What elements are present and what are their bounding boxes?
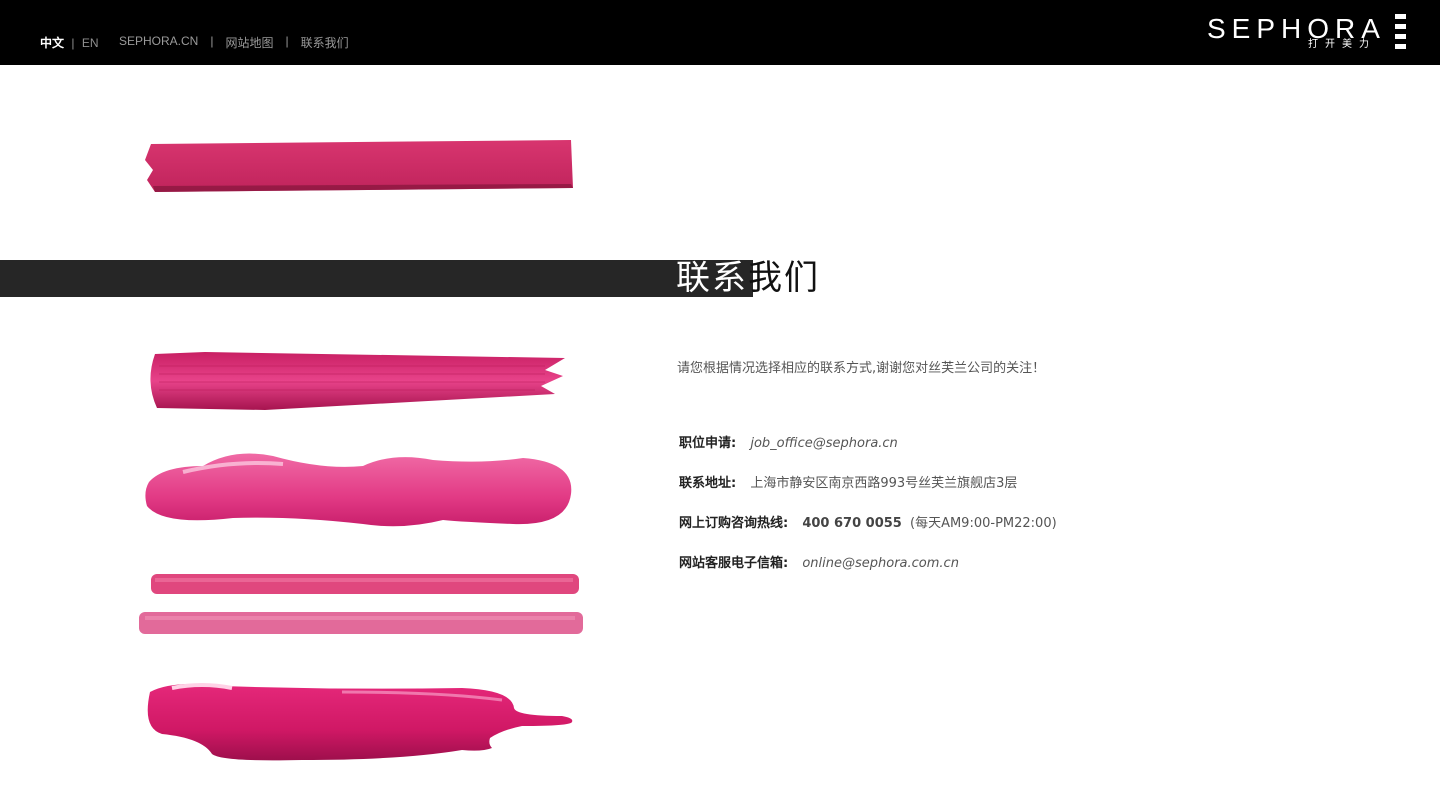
hotline-row: 网上订购咨询热线: 400 670 0055 (每天AM9:00-PM22:00…: [679, 512, 1057, 531]
address-row: 联系地址: 上海市静安区南京西路993号丝芙兰旗舰店3层: [679, 472, 1017, 491]
job-label: 职位申请:: [679, 436, 737, 451]
top-bar: 中文 | EN SEPHORA.CN | 网站地图 | 联系我们 SEPHORA…: [0, 0, 1440, 65]
nav-separator: |: [285, 34, 289, 48]
hotline-hours: (每天AM9:00-PM22:00): [910, 516, 1057, 531]
eyeshadow-swatch-icon: [145, 140, 573, 192]
sephora-logo[interactable]: SEPHORA 打开美力: [1207, 14, 1407, 54]
service-email-link[interactable]: online@sephora.com.cn: [802, 556, 959, 571]
page-title-part1: 联系: [676, 258, 748, 298]
page-title-part2: 我们: [748, 258, 820, 298]
job-application-row: 职位申请: job_office@sephora.cn: [679, 432, 898, 451]
lang-separator: |: [71, 36, 75, 50]
lipstick-swatch-icon: [150, 352, 566, 410]
logo-tagline: 打开美力: [1308, 39, 1376, 50]
pencil-swatch-icon: [139, 574, 583, 634]
top-nav: SEPHORA.CN | 网站地图 | 联系我们: [119, 34, 349, 51]
title-band: [0, 260, 753, 297]
page-title: 联系我们: [676, 258, 820, 298]
intro-text: 请您根据情况选择相应的联系方式,谢谢您对丝芙兰公司的关注！: [677, 361, 1046, 376]
polish-swatch-icon: [147, 683, 573, 761]
hotline-label: 网上订购咨询热线:: [679, 516, 789, 531]
address-label: 联系地址:: [679, 476, 737, 491]
address-value: 上海市静安区南京西路993号丝芙兰旗舰店3层: [750, 476, 1018, 491]
lang-zh-link[interactable]: 中文: [40, 36, 64, 50]
logo-stripes-icon: [1395, 14, 1406, 51]
nav-sephora-cn[interactable]: SEPHORA.CN: [119, 34, 198, 51]
lang-en-link[interactable]: EN: [82, 36, 99, 50]
nav-separator: |: [210, 34, 214, 48]
nav-contact-us[interactable]: 联系我们: [301, 34, 349, 51]
job-email-link[interactable]: job_office@sephora.cn: [750, 436, 897, 451]
language-switcher: 中文 | EN: [40, 34, 99, 51]
gloss-swatch-icon: [145, 453, 572, 527]
hotline-number: 400 670 0055: [802, 516, 902, 531]
nav-sitemap[interactable]: 网站地图: [225, 34, 273, 51]
service-email-label: 网站客服电子信箱:: [679, 556, 789, 571]
service-email-row: 网站客服电子信箱: online@sephora.com.cn: [679, 552, 959, 571]
